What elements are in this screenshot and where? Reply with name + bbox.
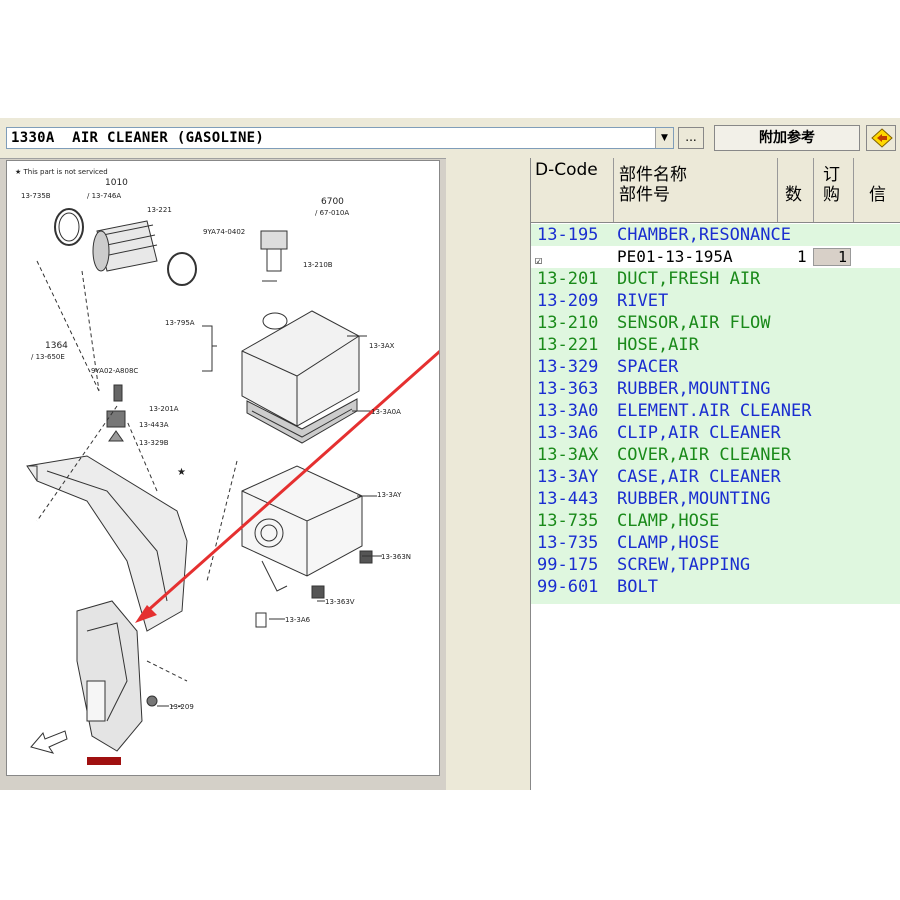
diagram-label: 9YA02-A808C: [91, 367, 138, 375]
order-qty-input[interactable]: 1: [813, 248, 851, 266]
table-row[interactable]: 13-210 SENSOR,AIR FLOW: [531, 312, 900, 334]
table-row[interactable]: 13-443 RUBBER,MOUNTING: [531, 488, 900, 510]
diagram-label: 13-3AX: [369, 342, 395, 350]
toolbar: 1330A AIR CLEANER (GASOLINE) ▼ ... 附加参考: [0, 118, 900, 159]
part-name-cell: CASE,AIR CLEANER: [617, 467, 781, 487]
table-row[interactable]: 13-735 CLAMP,HOSE: [531, 532, 900, 554]
parts-diagram[interactable]: ★ This part is not serviced 13-735B 1010…: [6, 160, 440, 776]
table-row[interactable]: 13-195 CHAMBER,RESONANCE: [531, 224, 900, 246]
dcode-cell: 13-363: [537, 379, 599, 399]
dcode-cell: 13-3A0: [537, 401, 599, 421]
table-row[interactable]: 13-3A6 CLIP,AIR CLEANER: [531, 422, 900, 444]
qty-cell: 1: [797, 247, 807, 266]
column-qty[interactable]: 数: [785, 180, 802, 205]
diagram-label: 13-221: [147, 206, 172, 214]
dcode-cell: 99-175: [537, 555, 599, 575]
dcode-cell: 13-201: [537, 269, 599, 289]
navigate-button[interactable]: [866, 125, 896, 151]
parts-list-header: D-Code 部件名称 部件号 数 订 购 信: [531, 158, 900, 223]
diagram-label: 13-3A6: [285, 616, 311, 624]
section-combobox[interactable]: 1330A AIR CLEANER (GASOLINE) ▼: [6, 127, 674, 149]
diagram-label: 9YA74-0402: [203, 228, 245, 236]
browse-button[interactable]: ...: [678, 127, 704, 149]
part-name-cell: CHAMBER,RESONANCE: [617, 225, 791, 245]
column-part-number[interactable]: 部件号: [619, 180, 670, 205]
diagram-label: 13-363N: [381, 553, 411, 561]
dcode-cell: 13-329: [537, 357, 599, 377]
dcode-cell: 13-221: [537, 335, 599, 355]
diagram-label: 1010: [105, 178, 128, 188]
dcode-cell: 13-735: [537, 511, 599, 531]
dcode-cell: 13-735: [537, 533, 599, 553]
dcode-cell: 13-3AY: [537, 467, 599, 487]
diagram-label: / 13-746A: [87, 192, 121, 200]
dcode-cell: 13-3AX: [537, 445, 599, 465]
diagram-label: 13-201A: [149, 405, 179, 413]
diagram-label: 13-795A: [165, 319, 195, 327]
dcode-cell: 99-601: [537, 577, 599, 597]
parts-list-panel: D-Code 部件名称 部件号 数 订 购 信 13-195 CHAMBER,RE…: [530, 158, 900, 790]
additional-reference-button[interactable]: 附加参考: [714, 125, 860, 151]
part-name-cell: CLAMP,HOSE: [617, 511, 720, 531]
table-row[interactable]: 13-209 RIVET: [531, 290, 900, 312]
table-row[interactable]: 13-3AY CASE,AIR CLEANER: [531, 466, 900, 488]
table-row[interactable]: 13-3AX COVER,AIR CLEANER: [531, 444, 900, 466]
dcode-cell: 13-3A6: [537, 423, 599, 443]
diagram-label: 13-363V: [325, 598, 355, 606]
diagram-label: 13-3AY: [377, 491, 402, 499]
table-row[interactable]: 99-601 BOLT: [531, 576, 900, 598]
table-row[interactable]: 13-735 CLAMP,HOSE: [531, 510, 900, 532]
front-arrow-icon: [30, 730, 68, 754]
table-row[interactable]: 13-201 DUCT,FRESH AIR: [531, 268, 900, 290]
part-name-cell: COVER,AIR CLEANER: [617, 445, 791, 465]
part-name-cell: RUBBER,MOUNTING: [617, 489, 771, 509]
diagram-label: 13-329B: [139, 439, 169, 447]
part-name-cell: RIVET: [617, 291, 669, 311]
part-name-cell: SENSOR,AIR FLOW: [617, 313, 771, 333]
diagram-label: 13-735B: [21, 192, 51, 200]
diagram-label: 13-210B: [303, 261, 333, 269]
diagram-label: 13-209: [169, 703, 194, 711]
part-name-cell: ELEMENT.AIR CLEANER: [617, 401, 812, 421]
parts-list[interactable]: 13-195 CHAMBER,RESONANCE ☑ PE01-13-195A 1 1 13…: [531, 224, 900, 604]
section-combobox-value: 1330A AIR CLEANER (GASOLINE): [11, 130, 265, 146]
table-row[interactable]: 13-3A0 ELEMENT.AIR CLEANER: [531, 400, 900, 422]
diagram-note: ★ This part is not serviced: [15, 168, 108, 176]
app-window: 1330A AIR CLEANER (GASOLINE) ▼ ... 附加参考: [0, 118, 900, 790]
column-info[interactable]: 信: [869, 180, 886, 205]
diagram-label: / 67-010A: [315, 209, 349, 217]
diagram-label: / 13-650E: [31, 353, 65, 361]
diamond-arrow-icon: [871, 128, 893, 148]
part-name-cell: HOSE,AIR: [617, 335, 699, 355]
exploded-view-drawing: ★ This part is not serviced 13-735B 1010…: [15, 168, 439, 765]
diagram-label: 13-443A: [139, 421, 169, 429]
part-number-cell: PE01-13-195A: [617, 247, 733, 266]
table-row[interactable]: 13-329 SPACER: [531, 356, 900, 378]
chevron-down-icon[interactable]: ▼: [655, 128, 673, 148]
part-name-cell: DUCT,FRESH AIR: [617, 269, 761, 289]
column-order-2: 购: [823, 185, 840, 205]
selected-part-detail-row[interactable]: ☑ PE01-13-195A 1 1: [531, 246, 900, 268]
part-name-cell: CLIP,AIR CLEANER: [617, 423, 781, 443]
dcode-cell: 13-443: [537, 489, 599, 509]
dcode-cell: 13-210: [537, 313, 599, 333]
dcode-cell: 13-209: [537, 291, 599, 311]
table-row[interactable]: 13-363 RUBBER,MOUNTING: [531, 378, 900, 400]
diagram-label: 13-3A0A: [371, 408, 401, 416]
part-name-cell: CLAMP,HOSE: [617, 533, 720, 553]
diagram-label: 6700: [321, 197, 344, 207]
part-name-cell: BOLT: [617, 577, 658, 597]
column-dcode[interactable]: D-Code: [535, 160, 598, 180]
table-row[interactable]: 99-175 SCREW,TAPPING: [531, 554, 900, 576]
dcode-cell: 13-195: [537, 225, 599, 245]
part-name-cell: SPACER: [617, 357, 679, 377]
part-name-cell: SCREW,TAPPING: [617, 555, 751, 575]
not-serviced-star-icon: ★: [177, 467, 186, 478]
table-row[interactable]: 13-221 HOSE,AIR: [531, 334, 900, 356]
part-name-cell: RUBBER,MOUNTING: [617, 379, 771, 399]
splitter[interactable]: [446, 158, 530, 790]
diagram-label: 1364: [45, 341, 68, 351]
